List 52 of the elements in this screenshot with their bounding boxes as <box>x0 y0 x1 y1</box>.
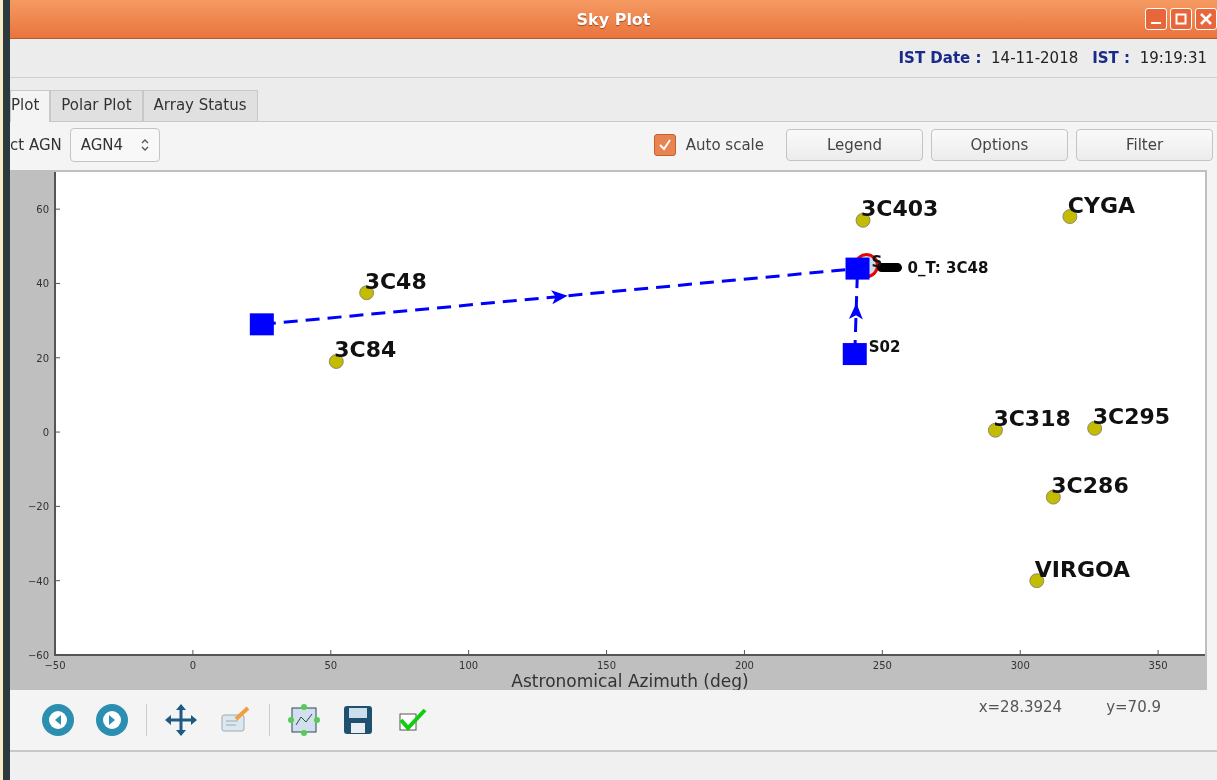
tick-label: 40 <box>36 278 49 290</box>
point-label: 3C84 <box>334 337 397 363</box>
maximize-icon <box>1175 13 1187 25</box>
tab[interactable]: Array Status <box>142 90 258 121</box>
spinner-icon <box>141 139 150 151</box>
tick-label: 60 <box>36 204 49 216</box>
cursor-y: y=70.9 <box>1106 698 1161 716</box>
tick-label: 100 <box>459 660 479 671</box>
tab[interactable]: Plot <box>10 90 51 122</box>
close-button[interactable] <box>1195 8 1217 30</box>
tick-label: 250 <box>872 660 892 671</box>
antenna-label: 0_T: 3C48 <box>907 258 989 277</box>
auto-scale-label: Auto scale <box>685 136 764 154</box>
tick-label: −50 <box>44 660 66 671</box>
point-label: CYGA <box>1067 192 1136 218</box>
tick-label: 0 <box>189 660 197 671</box>
point-label: 3C318 <box>993 406 1071 432</box>
minimize-icon <box>1151 22 1161 24</box>
tick-label: 200 <box>734 660 754 671</box>
maximize-button[interactable] <box>1170 8 1192 30</box>
window-title: Sky Plot <box>576 9 651 29</box>
cursor-x: x=28.3924 <box>978 698 1063 716</box>
toolbar-button[interactable]: Legend <box>786 129 923 161</box>
toolbar-button[interactable]: Filter <box>1076 129 1213 161</box>
minimize-button[interactable] <box>1145 8 1167 30</box>
x-axis-label: Astronomical Azimuth (deg) <box>511 671 749 690</box>
agn-select[interactable]: AGN4 <box>69 128 161 162</box>
antenna-label: S02 <box>868 338 901 357</box>
tick-label: −60 <box>27 650 49 661</box>
toolbar-button[interactable]: Options <box>931 129 1068 161</box>
close-icon <box>1200 13 1212 25</box>
point-label: 3C403 <box>861 196 939 222</box>
tick-label: 50 <box>324 660 338 671</box>
auto-scale-checkbox[interactable] <box>653 134 676 156</box>
tick-label: 0 <box>42 427 49 439</box>
time-label: IST : <box>1092 49 1131 67</box>
point-label: 3C48 <box>364 268 427 294</box>
select-label: ct AGN <box>10 136 62 154</box>
tick-label: −20 <box>27 501 49 513</box>
date-value: 14-11-2018 <box>991 49 1079 67</box>
checkmark-icon <box>657 138 672 152</box>
tick-label: −40 <box>27 575 49 587</box>
tick-label: 150 <box>597 660 617 671</box>
tick-label: 300 <box>1010 660 1030 671</box>
tab[interactable]: Polar Plot <box>50 90 143 121</box>
time-value: 19:19:31 <box>1139 49 1207 67</box>
point-label: 3C295 <box>1092 404 1171 430</box>
date-label: IST Date : <box>898 49 982 67</box>
tick-label: 20 <box>36 352 49 364</box>
point-label: VIRGOA <box>1034 556 1131 582</box>
tick-label: 350 <box>1148 660 1168 671</box>
point-label: 3C286 <box>1051 473 1129 499</box>
